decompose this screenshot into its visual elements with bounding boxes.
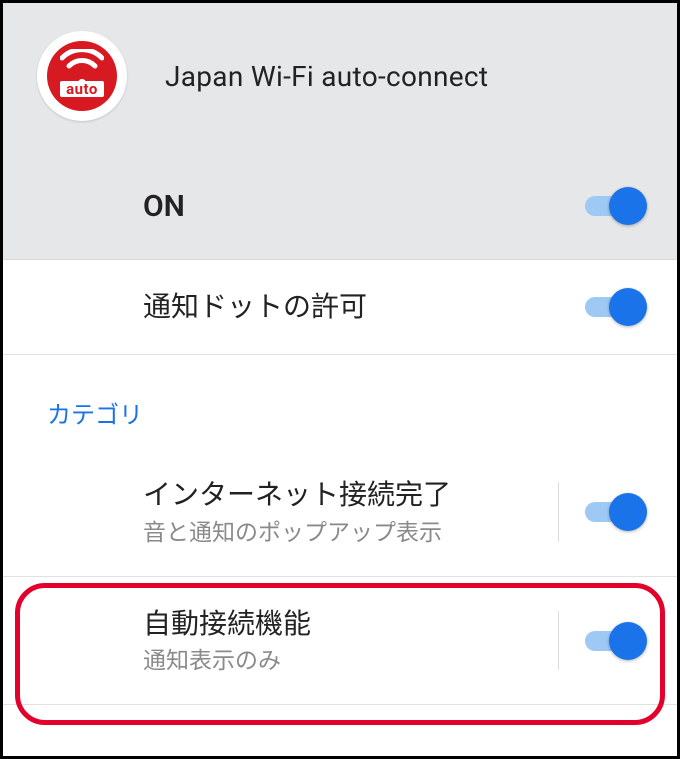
category-auto-connect-row[interactable]: 自動接続機能 通知表示のみ — [3, 577, 677, 706]
notification-dot-label: 通知ドットの許可 — [143, 288, 567, 326]
categories-section-label: カテゴリ — [3, 355, 677, 448]
wifi-icon — [60, 49, 104, 83]
category-title: 自動接続機能 — [143, 605, 540, 643]
wifi-auto-icon: auto — [47, 41, 117, 111]
auto-label: auto — [60, 81, 104, 97]
notification-dot-switch[interactable] — [585, 288, 647, 326]
separator — [558, 482, 559, 542]
master-toggle-row[interactable]: ON — [3, 163, 677, 260]
app-title-row: auto Japan Wi-Fi auto-connect — [3, 31, 677, 163]
settings-screen: auto Japan Wi-Fi auto-connect ON 通知ドットの許… — [0, 0, 680, 759]
app-icon: auto — [37, 31, 127, 121]
category-subtitle: 音と通知のポップアップ表示 — [143, 518, 540, 548]
separator — [558, 611, 559, 671]
master-toggle-switch[interactable] — [585, 187, 647, 225]
category-internet-connected-row[interactable]: インターネット接続完了 音と通知のポップアップ表示 — [3, 448, 677, 577]
category-internet-connected-switch[interactable] — [585, 493, 647, 531]
category-title: インターネット接続完了 — [143, 476, 540, 514]
notification-dot-row[interactable]: 通知ドットの許可 — [3, 260, 677, 355]
master-toggle-label: ON — [143, 189, 567, 224]
app-header: auto Japan Wi-Fi auto-connect ON — [3, 3, 677, 260]
category-subtitle: 通知表示のみ — [143, 646, 540, 676]
app-title-text: Japan Wi-Fi auto-connect — [165, 60, 488, 93]
category-auto-connect-switch[interactable] — [585, 622, 647, 660]
